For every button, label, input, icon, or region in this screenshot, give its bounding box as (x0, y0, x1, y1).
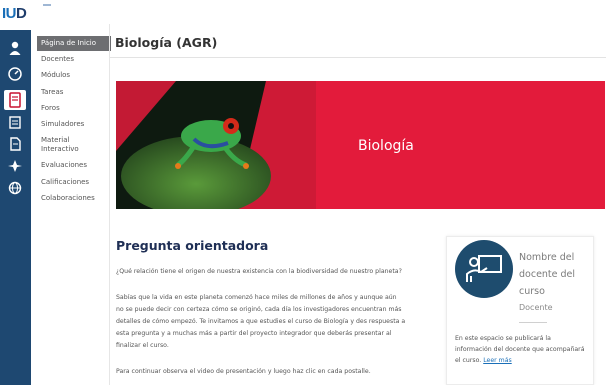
teacher-card-rule (519, 322, 547, 323)
menu-item-simuladores[interactable]: Simuladores (37, 117, 111, 132)
menu-item-calificaciones[interactable]: Calificaciones (37, 175, 111, 190)
globe-icon[interactable] (7, 180, 23, 196)
menu-item-foros[interactable]: Foros (37, 101, 111, 116)
menu-item-modulos[interactable]: Módulos (37, 68, 111, 83)
menu-item-evaluaciones[interactable]: Evaluaciones (37, 158, 111, 173)
user-icon[interactable] (7, 40, 23, 56)
menu-item-material-interactivo[interactable]: Material Interactivo (37, 133, 111, 157)
teacher-role: Docente (519, 303, 553, 312)
teacher-avatar (455, 240, 513, 298)
menu-item-tareas[interactable]: Tareas (37, 85, 111, 100)
section-title: Pregunta orientadora (116, 238, 269, 253)
instructions-text: Para continuar observa el video de prese… (116, 368, 371, 375)
menu-item-home[interactable]: Página de Inicio (37, 36, 111, 51)
menu-item-docentes[interactable]: Docentes (37, 52, 111, 67)
page-title: Biología (AGR) (115, 35, 218, 50)
global-nav-rail (0, 30, 31, 385)
teacher-card-description: En este espacio se publicará la informac… (455, 335, 585, 364)
document-icon[interactable] (7, 136, 23, 152)
menu-divider (109, 24, 110, 385)
read-more-link[interactable]: Leer más (483, 357, 512, 364)
menu-item-material-line2: Interactivo (41, 145, 79, 154)
title-divider (110, 57, 606, 58)
brand-logo[interactable]: IUD (2, 5, 27, 22)
course-menu: Página de Inicio Docentes Módulos Tareas… (37, 36, 111, 207)
teacher-card-text: En este espacio se publicará la informac… (455, 333, 585, 366)
course-banner: Biología (116, 81, 605, 209)
top-bar: IUD (0, 0, 616, 24)
menu-item-material-line1: Material (41, 136, 70, 145)
top-bar-mark (43, 4, 51, 6)
question-text: ¿Qué relación tiene el origen de nuestra… (116, 268, 402, 275)
menu-item-colaboraciones[interactable]: Colaboraciones (37, 191, 111, 206)
banner-title: Biología (358, 138, 414, 154)
intro-paragraph: Sabías que la vida en este planeta comen… (116, 294, 406, 349)
course-icon[interactable] (4, 90, 26, 110)
tools-icon[interactable] (7, 158, 23, 174)
presenter-icon (466, 255, 502, 282)
teacher-name: Nombre del docente del curso (519, 252, 576, 297)
teacher-card: Nombre del docente del curso Docente En … (446, 236, 594, 385)
dashboard-icon[interactable] (7, 66, 23, 82)
frog-banner-image (116, 81, 316, 209)
calendar-icon[interactable] (7, 114, 23, 130)
